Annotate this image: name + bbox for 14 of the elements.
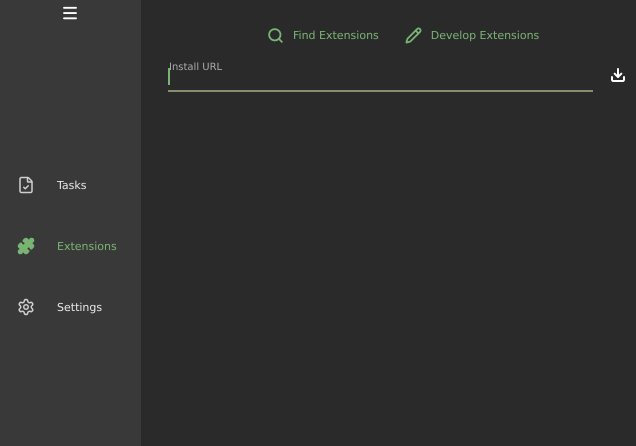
document-check-icon	[17, 176, 35, 194]
search-icon	[267, 27, 284, 44]
sidebar-item[interactable]: Tasks	[0, 172, 141, 198]
field-label: Install URL	[169, 62, 222, 73]
pencil-icon	[404, 27, 422, 44]
toolbar-link[interactable]: Find Extensions	[267, 27, 379, 44]
sidebar-item[interactable]: Extensions	[0, 233, 141, 259]
toolbar-link[interactable]: Develop Extensions	[404, 27, 540, 44]
install-url-field[interactable]: Install URL	[168, 58, 593, 92]
sidebar-item[interactable]: Settings	[0, 294, 141, 320]
puzzle-icon	[17, 237, 35, 255]
menu-icon[interactable]	[60, 4, 78, 22]
settings-icon	[17, 298, 35, 316]
download-icon[interactable]	[610, 67, 626, 83]
